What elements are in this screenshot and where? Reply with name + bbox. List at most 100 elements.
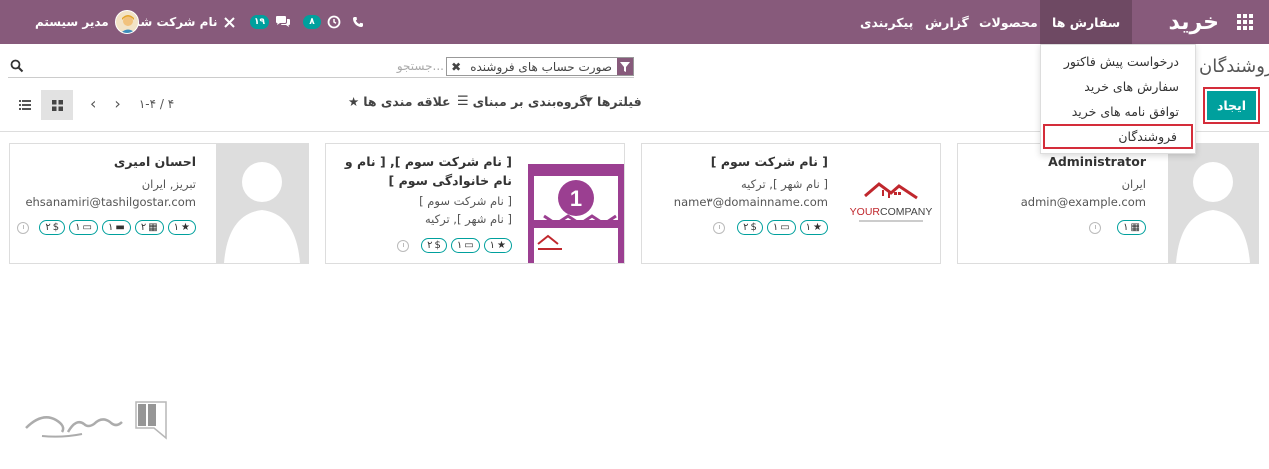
star-icon: ★ [813,222,822,233]
watermark-logo [25,401,167,440]
tag-count: ۲ [743,222,749,233]
menu-products[interactable]: محصولات [979,0,1038,44]
vendor-card[interactable]: 1 [ نام شرکت سوم ], [ نام و نام خانوادگی… [325,143,625,264]
dropdown-item-agreements[interactable]: توافق نامه های خرید [1041,99,1195,124]
orders-tag[interactable]: ▭ ۱ [450,238,480,253]
favorites-button[interactable]: ★ علاقه مندی ها [348,94,451,109]
clipboard-icon: ▭ [464,240,474,251]
menu-reporting[interactable]: گزارش [925,0,969,44]
dropdown-item-rfq[interactable]: درخواست پیش فاکتور [1041,49,1195,74]
phone-icon[interactable] [352,0,364,44]
dollar-icon: $ [750,222,757,233]
vendor-avatar-placeholder [216,144,308,263]
orders-dropdown: درخواست پیش فاکتور سفارش های خرید توافق … [1040,44,1196,154]
remove-facet-icon[interactable]: ✖ [447,60,465,74]
messages-menu[interactable]: ۱۹ [250,0,291,44]
vendor-name: [ نام شرکت سوم ], [ نام و نام خانوادگی س… [344,154,512,188]
chat-icon [276,16,290,27]
tag-count: ۲ [140,222,147,233]
filter-icon [617,58,633,75]
facet-value: صورت حساب های فروشنده [470,59,612,74]
vendor-location: [ نام شهر ], ترکیه [740,177,828,191]
clipboard-icon: ▭ [82,222,92,233]
vendor-card[interactable]: Administrator ایران admin@example.com ▦ ۱ [957,143,1259,264]
opportunities-tag[interactable]: ▬ ۱ [102,220,131,235]
create-button[interactable]: ایجاد [1207,91,1256,120]
vendor-email: admin@example.com [1020,195,1146,209]
company-switcher[interactable]: نام شرکت شما [128,0,236,44]
tag-count: ۱ [173,222,180,233]
vendor-email: name۳@domainname.com [673,195,828,209]
invoices-tag[interactable]: $۲ [421,238,447,253]
search-facet: صورت حساب های فروشنده ✖ [446,57,634,76]
meetings-tag[interactable]: ▦ ۱ [1117,220,1146,235]
tag-count: ۲ [427,240,433,251]
groupby-button[interactable]: ☰ گروه‌بندی بر مبنای [457,94,587,109]
invoices-tag[interactable]: $۲ [39,220,66,235]
tag-count: ۱ [772,222,779,233]
menu-configuration[interactable]: پیکربندی [860,0,913,44]
vendor-email: ehsanamiri@tashilgostar.com [25,195,196,209]
vendor-location: ایران [1121,177,1146,191]
search-input[interactable]: جستجو... [397,59,444,73]
activity-menu[interactable]: ۸ [303,0,341,44]
rating-tag[interactable]: ★ ۱ [799,220,828,235]
orders-tag[interactable]: ▭ ۱ [69,220,98,235]
rating-tag[interactable]: ★ ۱ [483,238,512,253]
top-navbar: خرید سفارش ها محصولات گزارش پیکربندی ۸ ۱… [0,0,1269,44]
tag-count: ۱ [75,222,81,233]
user-menu[interactable]: مدیر سیستم [35,0,139,44]
user-name: مدیر سیستم [35,15,109,29]
clipboard-icon: ▭ [780,222,790,233]
list-view-icon[interactable] [12,90,38,120]
vendor-card[interactable]: احسان امیری تبریز, ایران ehsanamiri@tash… [9,143,309,264]
activity-clock-icon[interactable] [1089,221,1102,234]
orders-tag[interactable]: ▭ ۱ [766,220,796,235]
activity-badge: ۸ [303,15,321,29]
vendor-avatar-placeholder [1168,144,1258,263]
dropdown-item-purchase-orders[interactable]: سفارش های خرید [1041,74,1195,99]
dollar-icon: $ [52,222,60,233]
app-brand[interactable]: خرید [1168,0,1219,44]
calendar-icon: ▦ [1130,222,1140,233]
favorites-label: علاقه مندی ها [363,94,451,109]
company-name: نام شرکت شما [128,15,218,29]
menu-orders[interactable]: سفارش ها [1040,0,1133,44]
vendor-name: [ نام شرکت سوم ] [710,154,828,169]
tag-count: ۲ [45,222,51,233]
tag-count: ۱ [1123,222,1129,233]
groupby-label: گروه‌بندی بر مبنای [472,94,587,109]
apps-menu-icon[interactable] [1233,0,1257,44]
pager-prev-icon[interactable]: ‹ [90,94,96,113]
calendar-icon: ▦ [148,222,158,233]
clock-icon [327,15,341,29]
search-bar[interactable]: جستجو... صورت حساب های فروشنده ✖ [8,56,634,78]
vendor-name: احسان امیری [113,154,196,169]
kanban-view-icon[interactable] [41,90,73,120]
star-icon: ★ [348,94,360,109]
activity-clock-icon[interactable] [397,239,410,252]
avatar [114,10,139,34]
activity-clock-icon[interactable] [17,221,30,234]
filters-button[interactable]: فیلترها [584,94,642,109]
page-title: فروشندگان [1199,56,1269,77]
pager: ‹ › ۱-۴ / ۴ [90,94,174,113]
tag-count: ۱ [805,222,812,233]
pager-next-icon[interactable]: › [114,94,120,113]
tools-icon [224,16,236,28]
star-icon: ★ [181,222,190,233]
dropdown-item-vendors[interactable]: فروشندگان [1043,124,1193,149]
invoices-tag[interactable]: $۲ [737,220,763,235]
rating-tag[interactable]: ★ ۱ [167,220,196,235]
filters-label: فیلترها [597,94,642,109]
vendor-location: تبریز, ایران [141,177,196,191]
vendor-card[interactable]: YOURCOMPANY [ نام شرکت سوم ] [ نام شهر ]… [641,143,941,264]
tag-count: ۱ [456,240,463,251]
search-icon[interactable] [10,59,24,73]
activity-clock-icon[interactable] [713,221,726,234]
svg-text:YOURCOMPANY: YOURCOMPANY [850,206,933,218]
pager-value[interactable]: ۱-۴ / ۴ [139,97,174,111]
vendor-company: [ نام شرکت سوم ] [419,194,512,208]
contact-image: 1 [528,164,624,263]
meetings-tag[interactable]: ▦ ۲ [134,220,164,235]
